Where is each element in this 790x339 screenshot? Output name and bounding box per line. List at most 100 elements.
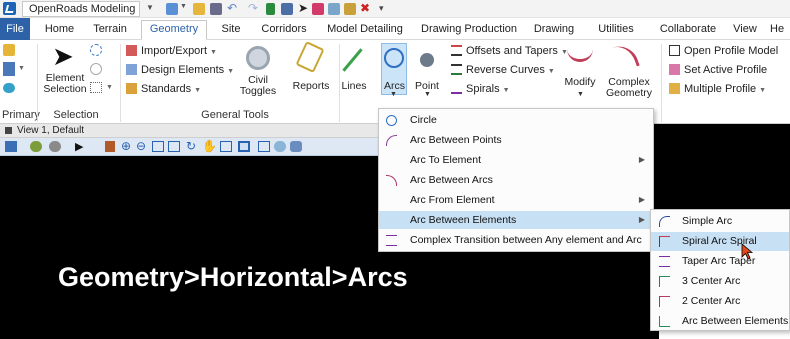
- element-selection-button[interactable]: Element Selection: [40, 73, 90, 95]
- menu-item-3-center-arc[interactable]: 3 Center Arc: [651, 272, 789, 291]
- multiple-profile-button[interactable]: Multiple Profile ▼: [669, 82, 766, 96]
- set-active-profile-button[interactable]: Set Active Profile: [669, 63, 767, 77]
- measure-icon[interactable]: [344, 3, 356, 15]
- standards-button[interactable]: Standards ▼: [126, 82, 201, 96]
- reverse-curves-button[interactable]: Reverse Curves ▼: [451, 63, 555, 77]
- tab-drawing[interactable]: Drawing: [528, 21, 580, 40]
- attributes-icon[interactable]: [3, 83, 15, 93]
- display-style-icon[interactable]: [30, 141, 42, 152]
- levels-icon[interactable]: [328, 3, 340, 15]
- import-export-button[interactable]: Import/Export ▼: [126, 44, 217, 58]
- attach-icon[interactable]: [312, 3, 324, 15]
- spirals-button[interactable]: Spirals ▼: [451, 82, 510, 96]
- chevron-down-icon[interactable]: ▼: [577, 91, 584, 98]
- select-shape-icon[interactable]: [90, 63, 102, 75]
- chevron-down-icon[interactable]: ▼: [106, 84, 113, 91]
- new-file-icon[interactable]: [166, 3, 178, 15]
- element-selection-icon[interactable]: ➤: [52, 43, 74, 69]
- view-previous-icon[interactable]: [220, 141, 232, 152]
- print-icon[interactable]: [281, 3, 293, 15]
- tab-collaborate[interactable]: Collaborate: [656, 21, 720, 40]
- update-view-icon[interactable]: [105, 141, 115, 152]
- pan-view-icon[interactable]: ✋: [202, 139, 217, 153]
- complex-geometry-button[interactable]: Complex Geometry: [604, 77, 654, 99]
- active-profile-icon: [669, 64, 680, 75]
- clip-volume-icon[interactable]: [274, 141, 286, 152]
- menu-item-2-center-arc[interactable]: 2 Center Arc: [651, 292, 789, 311]
- lighting-icon[interactable]: [49, 141, 61, 152]
- camera-icon[interactable]: [290, 141, 302, 152]
- fit-view-icon[interactable]: [168, 141, 180, 152]
- complex-transition-icon: [386, 235, 397, 246]
- pin-icon[interactable]: [266, 3, 275, 15]
- lines-button[interactable]: Lines: [341, 81, 367, 92]
- delete-icon[interactable]: ✖: [360, 1, 370, 15]
- menu-item-circle[interactable]: Circle: [379, 111, 653, 129]
- civil-toggles-button[interactable]: Civil Toggles: [236, 75, 280, 97]
- tab-model-detailing[interactable]: Model Detailing: [321, 21, 409, 40]
- properties-icon[interactable]: [3, 62, 15, 76]
- lines-icon[interactable]: [342, 48, 363, 72]
- view-next-icon[interactable]: [238, 141, 250, 152]
- zoom-in-icon[interactable]: ⊕: [121, 139, 131, 153]
- menu-item-arc-between-arcs[interactable]: Arc Between Arcs: [379, 171, 653, 189]
- open-profile-model-button[interactable]: Open Profile Model: [669, 44, 778, 58]
- view-attributes-icon[interactable]: [5, 141, 17, 152]
- menu-item-arc-from-element[interactable]: Arc From Element ▶: [379, 191, 653, 209]
- undo-icon[interactable]: ↶: [227, 1, 237, 15]
- redo-icon[interactable]: ↷: [248, 1, 258, 15]
- complex-geometry-icon[interactable]: [610, 41, 640, 73]
- tab-site[interactable]: Site: [213, 21, 249, 40]
- tab-utilities[interactable]: Utilities: [589, 21, 643, 40]
- customize-qat-icon[interactable]: ▾: [379, 3, 384, 14]
- menu-item-arc-between-points[interactable]: Arc Between Points: [379, 131, 653, 149]
- chevron-down-icon: ▼: [390, 91, 397, 98]
- design-elements-button[interactable]: Design Elements ▼: [126, 63, 234, 77]
- menu-item-label: Arc Between Arcs: [410, 174, 493, 186]
- select-box-icon[interactable]: [90, 82, 102, 93]
- menu-item-spiral-arc-spiral[interactable]: Spiral Arc Spiral: [651, 232, 789, 251]
- modify-button[interactable]: Modify: [562, 77, 598, 88]
- save-icon[interactable]: [210, 3, 222, 15]
- menu-item-arc-to-element[interactable]: Arc To Element ▶: [379, 151, 653, 169]
- civil-toggles-icon[interactable]: [246, 46, 270, 70]
- tab-help[interactable]: He: [770, 21, 790, 40]
- chevron-down-icon[interactable]: ▼: [180, 3, 187, 10]
- chevron-down-icon: ▼: [194, 87, 202, 94]
- app-logo-icon[interactable]: [3, 2, 16, 15]
- tab-corridors[interactable]: Corridors: [253, 21, 315, 40]
- pointer-icon[interactable]: ➤: [298, 1, 308, 15]
- workflow-selector[interactable]: OpenRoads Modeling: [22, 1, 140, 17]
- explorer-icon[interactable]: [3, 44, 15, 56]
- chevron-down-icon[interactable]: ▼: [18, 65, 25, 72]
- menu-item-taper-arc-taper[interactable]: Taper Arc Taper: [651, 252, 789, 271]
- tab-view[interactable]: View: [727, 21, 763, 40]
- menu-item-arc-between-elements-sub[interactable]: Arc Between Elements: [651, 312, 789, 331]
- tab-drawing-production[interactable]: Drawing Production: [416, 21, 522, 40]
- chevron-down-icon[interactable]: ▼: [146, 3, 154, 12]
- select-tool-icon[interactable]: ▶: [75, 140, 83, 153]
- modify-icon[interactable]: [567, 48, 593, 62]
- copy-view-icon[interactable]: [258, 141, 270, 152]
- three-center-arc-icon: [659, 276, 670, 287]
- reports-icon[interactable]: [295, 40, 325, 74]
- tab-terrain[interactable]: Terrain: [85, 21, 135, 40]
- tab-file[interactable]: File: [0, 18, 30, 40]
- offsets-tapers-button[interactable]: Offsets and Tapers ▼: [451, 44, 568, 58]
- window-area-icon[interactable]: [152, 141, 164, 152]
- rotate-view-icon[interactable]: ↻: [186, 139, 196, 153]
- tab-home[interactable]: Home: [37, 21, 82, 40]
- menu-item-complex-transition[interactable]: Complex Transition between Any element a…: [379, 231, 653, 249]
- standards-icon: [126, 83, 137, 94]
- chevron-down-icon[interactable]: ▼: [424, 91, 431, 98]
- tab-geometry[interactable]: Geometry: [141, 20, 207, 40]
- reports-button[interactable]: Reports: [291, 81, 331, 92]
- menu-item-label: 2 Center Arc: [682, 295, 741, 307]
- menu-item-arc-between-elements[interactable]: Arc Between Elements ▶: [379, 211, 653, 229]
- point-icon[interactable]: [420, 53, 434, 67]
- open-folder-icon[interactable]: [193, 3, 205, 15]
- select-circle-icon[interactable]: [90, 44, 102, 56]
- menu-item-simple-arc[interactable]: Simple Arc: [651, 212, 789, 231]
- chevron-down-icon: ▼: [759, 87, 767, 94]
- zoom-out-icon[interactable]: ⊖: [136, 139, 146, 153]
